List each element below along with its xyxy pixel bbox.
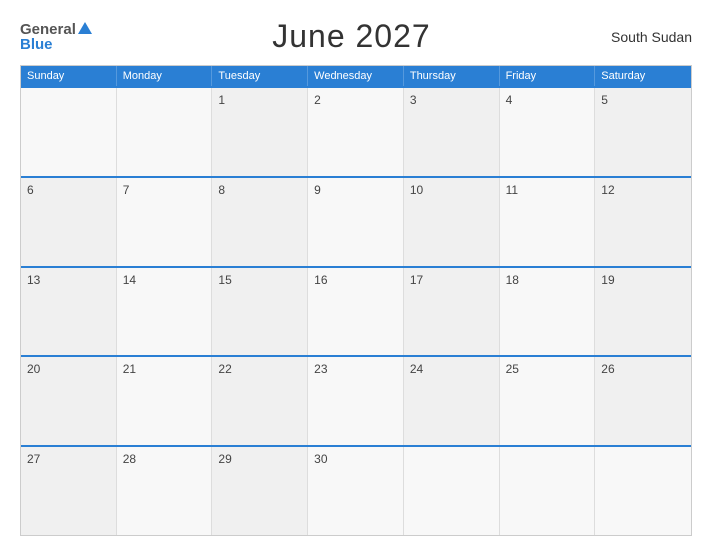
calendar: Sunday Monday Tuesday Wednesday Thursday… [20, 65, 692, 536]
header-friday: Friday [500, 66, 596, 86]
day-cell: 3 [404, 88, 500, 176]
logo: General Blue [20, 22, 92, 52]
day-cell: 19 [595, 268, 691, 356]
header: General Blue June 2027 South Sudan [20, 18, 692, 55]
header-sunday: Sunday [21, 66, 117, 86]
day-cell: 29 [212, 447, 308, 535]
week-row-3: 13 14 15 16 17 18 19 [21, 266, 691, 356]
day-cell: 8 [212, 178, 308, 266]
calendar-title: June 2027 [272, 18, 430, 55]
day-cell: 25 [500, 357, 596, 445]
day-cell: 2 [308, 88, 404, 176]
day-cell: 4 [500, 88, 596, 176]
day-cell: 24 [404, 357, 500, 445]
day-cell: 23 [308, 357, 404, 445]
day-cell [117, 88, 213, 176]
week-row-5: 27 28 29 30 [21, 445, 691, 535]
header-monday: Monday [117, 66, 213, 86]
weeks-container: 1 2 3 4 5 6 7 8 9 10 11 12 13 14 15 16 [21, 86, 691, 535]
day-cell: 22 [212, 357, 308, 445]
day-headers-row: Sunday Monday Tuesday Wednesday Thursday… [21, 66, 691, 86]
day-cell: 14 [117, 268, 213, 356]
day-cell [21, 88, 117, 176]
logo-general-text: General [20, 22, 76, 37]
week-row-4: 20 21 22 23 24 25 26 [21, 355, 691, 445]
day-cell: 17 [404, 268, 500, 356]
day-cell: 9 [308, 178, 404, 266]
header-wednesday: Wednesday [308, 66, 404, 86]
day-cell: 27 [21, 447, 117, 535]
header-tuesday: Tuesday [212, 66, 308, 86]
day-cell: 6 [21, 178, 117, 266]
day-cell [595, 447, 691, 535]
week-row-1: 1 2 3 4 5 [21, 86, 691, 176]
day-cell: 15 [212, 268, 308, 356]
day-cell: 12 [595, 178, 691, 266]
logo-blue-text: Blue [20, 37, 53, 52]
day-cell: 5 [595, 88, 691, 176]
page: General Blue June 2027 South Sudan Sunda… [0, 0, 712, 550]
header-thursday: Thursday [404, 66, 500, 86]
day-cell: 10 [404, 178, 500, 266]
day-cell: 21 [117, 357, 213, 445]
day-cell: 30 [308, 447, 404, 535]
day-cell: 26 [595, 357, 691, 445]
day-cell: 1 [212, 88, 308, 176]
day-cell [404, 447, 500, 535]
day-cell: 13 [21, 268, 117, 356]
day-cell: 18 [500, 268, 596, 356]
day-cell: 16 [308, 268, 404, 356]
day-cell: 28 [117, 447, 213, 535]
header-saturday: Saturday [595, 66, 691, 86]
logo-triangle-icon [78, 22, 92, 34]
week-row-2: 6 7 8 9 10 11 12 [21, 176, 691, 266]
day-cell [500, 447, 596, 535]
day-cell: 7 [117, 178, 213, 266]
country-label: South Sudan [611, 29, 692, 45]
day-cell: 11 [500, 178, 596, 266]
day-cell: 20 [21, 357, 117, 445]
